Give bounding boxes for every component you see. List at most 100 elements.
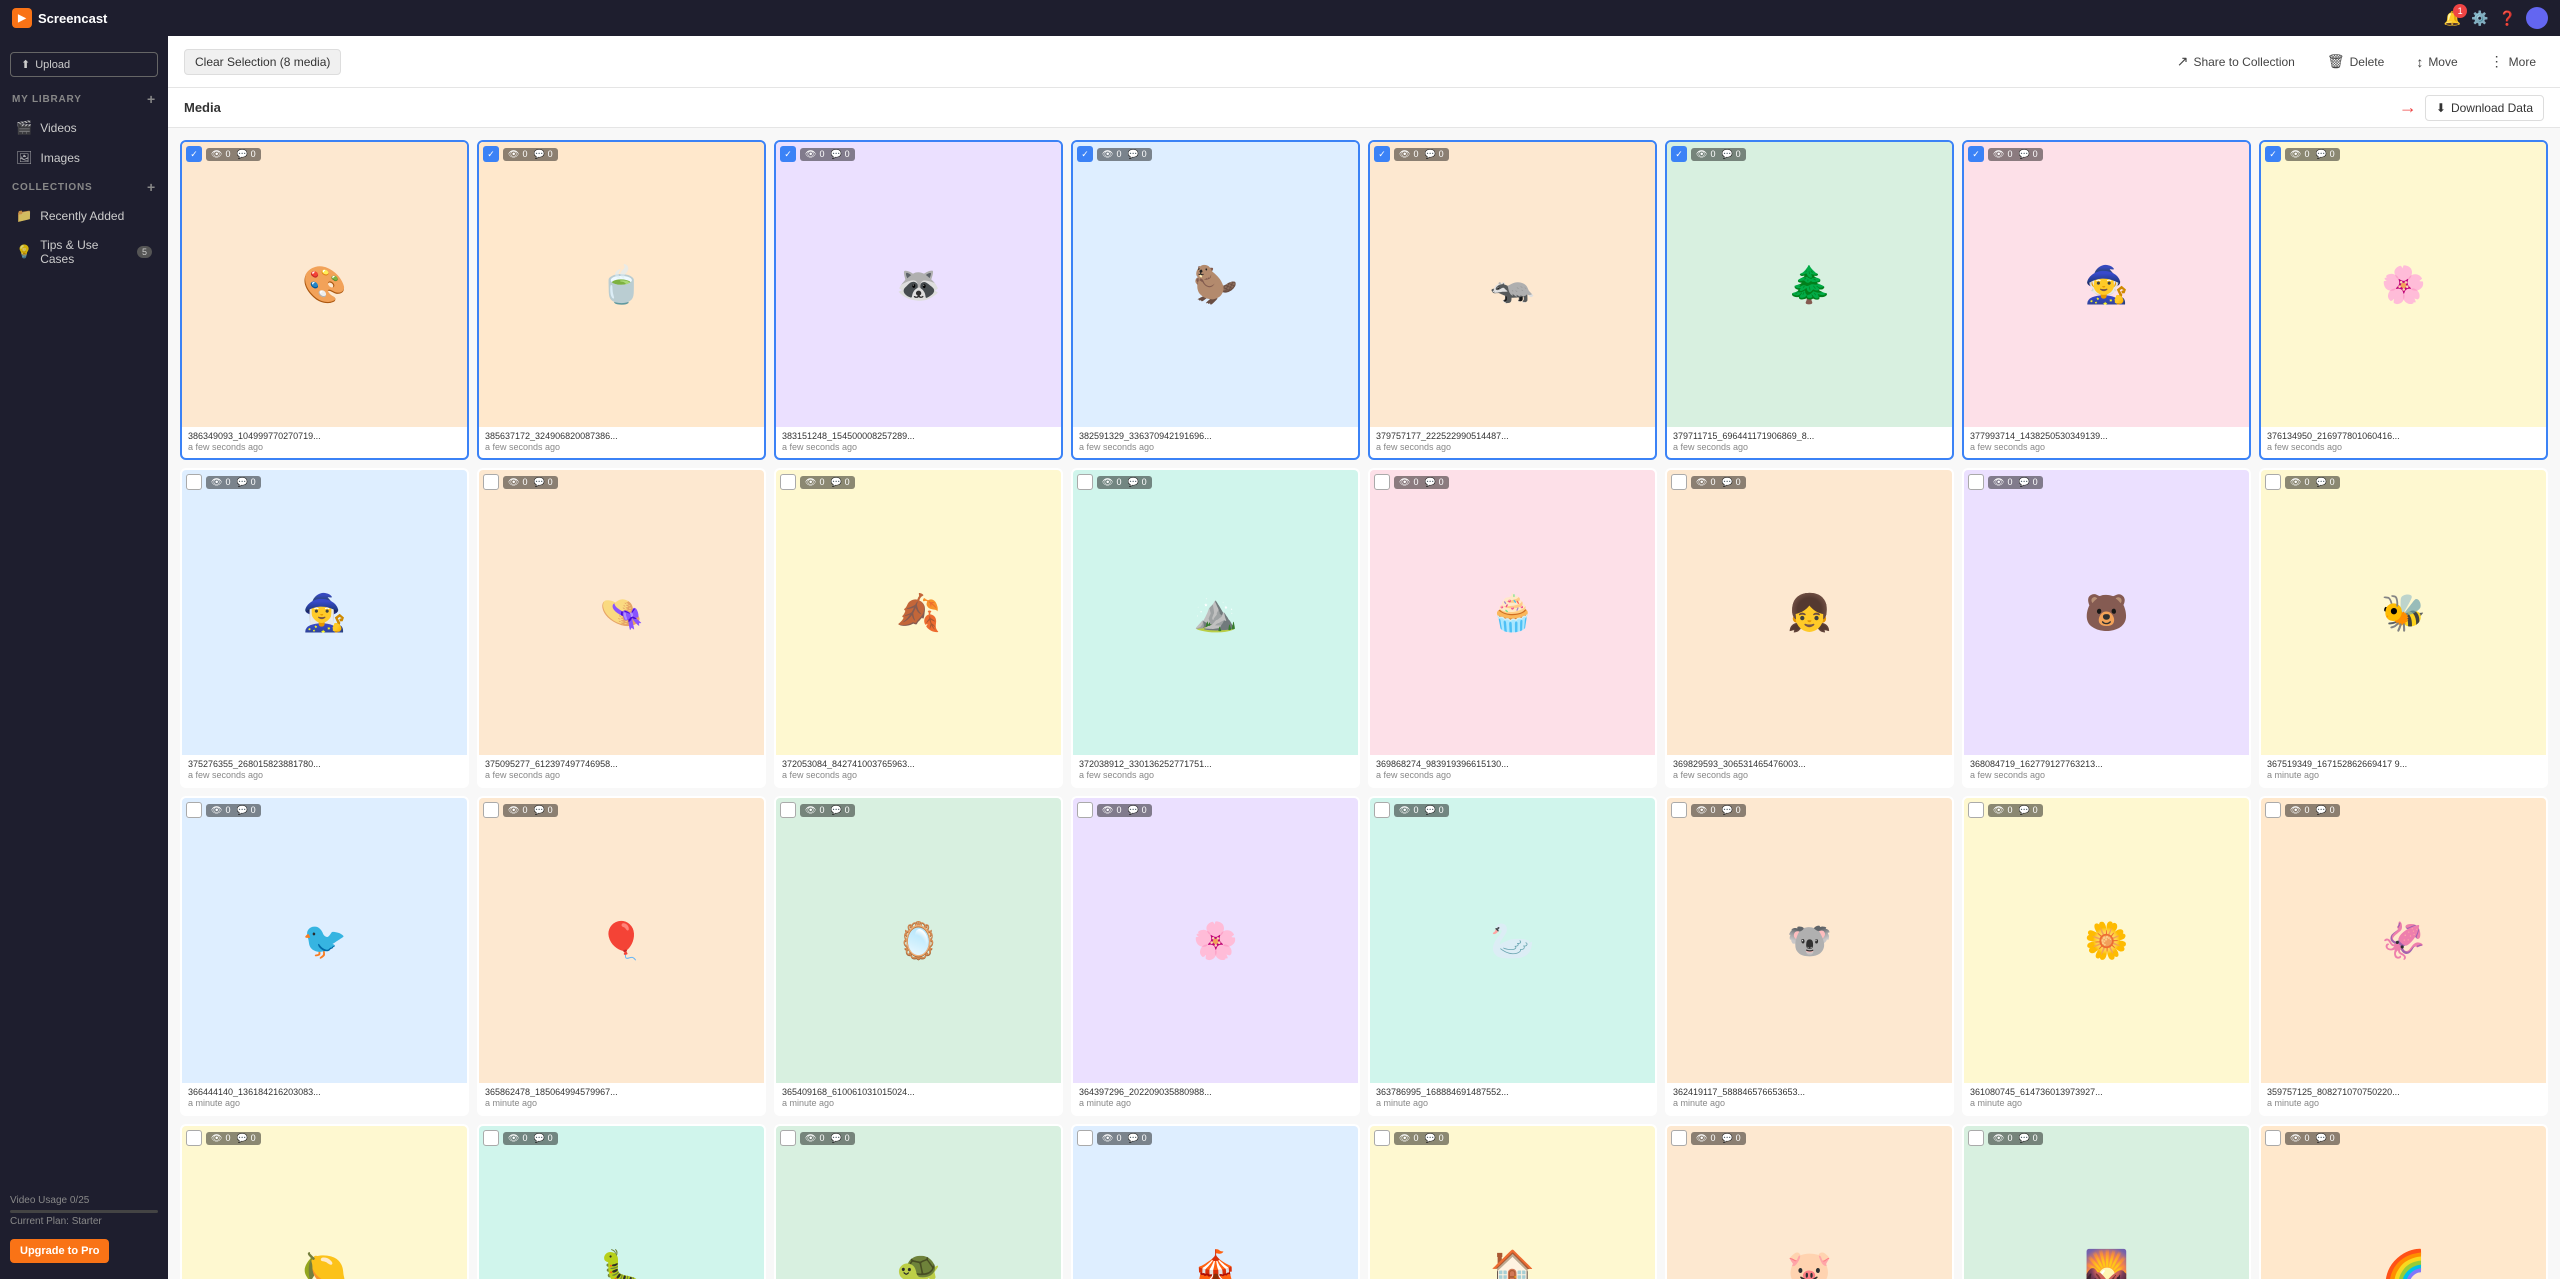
media-card[interactable]: 🐻 👁 0 💬 0 368084719_162779127763213... a… — [1962, 468, 2251, 788]
download-data-button[interactable]: ⬇ Download Data — [2425, 95, 2544, 121]
media-checkbox[interactable] — [1374, 474, 1390, 490]
my-library-add-icon[interactable]: + — [147, 91, 156, 107]
media-checkbox[interactable] — [1077, 1130, 1093, 1146]
media-checkbox[interactable] — [2265, 802, 2281, 818]
more-button[interactable]: ⋮ More — [2482, 48, 2544, 75]
media-card[interactable]: 🦫 ✓ 👁 0 💬 0 382591329_336370942191696...… — [1071, 140, 1360, 460]
media-card[interactable]: 🎈 👁 0 💬 0 365862478_185064994579967... a… — [477, 796, 766, 1116]
move-button[interactable]: ↕ Move — [2408, 49, 2465, 75]
media-stats: 👁 0 💬 0 — [800, 148, 855, 161]
media-checkbox[interactable] — [483, 474, 499, 490]
media-card[interactable]: 🦡 ✓ 👁 0 💬 0 379757177_222522990514487...… — [1368, 140, 1657, 460]
sidebar-item-tips[interactable]: 💡 Tips & Use Cases 5 — [4, 232, 164, 272]
media-stats: 👁 0 💬 0 — [2285, 148, 2340, 161]
media-card[interactable]: 🐨 👁 0 💬 0 362419117_588846576653653... a… — [1665, 796, 1954, 1116]
media-card[interactable]: 🪞 👁 0 💬 0 365409168_610061031015024... a… — [774, 796, 1063, 1116]
media-checkbox[interactable] — [186, 1130, 202, 1146]
media-card[interactable]: 👧 👁 0 💬 0 369829593_306531465476003... a… — [1665, 468, 1954, 788]
media-card[interactable]: 🧙 ✓ 👁 0 💬 0 377993714_1438250530349139..… — [1962, 140, 2251, 460]
media-checkbox[interactable] — [1374, 1130, 1390, 1146]
media-checkbox[interactable] — [1968, 1130, 1984, 1146]
media-overlay: 👁 0 💬 0 — [1374, 802, 1651, 818]
settings-icon[interactable]: ⚙️ — [2471, 10, 2488, 27]
media-card[interactable]: 🌲 ✓ 👁 0 💬 0 379711715_696441171906869_8.… — [1665, 140, 1954, 460]
media-card-time: a minute ago — [782, 1098, 1055, 1108]
media-checkbox[interactable] — [780, 474, 796, 490]
media-card[interactable]: 🌸 ✓ 👁 0 💬 0 376134950_216977801060416...… — [2259, 140, 2548, 460]
comment-icon: 💬 — [2018, 805, 2029, 816]
media-checkbox[interactable] — [1077, 474, 1093, 490]
media-card[interactable]: 🌄 👁 0 💬 0 346046327_945511596652644... a… — [1962, 1124, 2251, 1279]
media-checkbox[interactable]: ✓ — [1968, 146, 1984, 162]
media-checkbox[interactable]: ✓ — [2265, 146, 2281, 162]
media-card[interactable]: 🌈 👁 0 💬 0 345471816_795869058408885... a… — [2259, 1124, 2548, 1279]
media-checkbox[interactable] — [186, 474, 202, 490]
media-checkbox[interactable] — [1077, 802, 1093, 818]
media-card[interactable]: 🍂 👁 0 💬 0 372053084_842741003765963... a… — [774, 468, 1063, 788]
media-card[interactable]: 🐝 👁 0 💬 0 367519349_167152862669417 9...… — [2259, 468, 2548, 788]
media-card[interactable]: 🐢 👁 0 💬 0 352543688_208230115453052... a… — [774, 1124, 1063, 1279]
media-card[interactable]: 🐛 👁 0 💬 0 357188044_220463099972759... a… — [477, 1124, 766, 1279]
media-checkbox[interactable] — [2265, 1130, 2281, 1146]
media-card[interactable]: 🏠 👁 0 💬 0 350466350_670186414920608... a… — [1368, 1124, 1657, 1279]
comment-count: 0 — [548, 149, 553, 159]
media-checkbox[interactable]: ✓ — [1077, 146, 1093, 162]
share-to-collection-button[interactable]: ↗ Share to Collection — [2169, 48, 2303, 75]
media-card[interactable]: 🍵 ✓ 👁 0 💬 0 385637172_324906820087386...… — [477, 140, 766, 460]
notifications-icon[interactable]: 🔔 — [2444, 10, 2461, 27]
media-card[interactable]: 🍋 👁 0 💬 0 358021909_268676699102835... a… — [180, 1124, 469, 1279]
media-card[interactable]: 👒 👁 0 💬 0 375095277_612397497746958... a… — [477, 468, 766, 788]
media-card[interactable]: 🐦 👁 0 💬 0 366444140_136184216203083... a… — [180, 796, 469, 1116]
media-checkbox[interactable] — [483, 802, 499, 818]
media-card[interactable]: 🎨 ✓ 👁 0 💬 0 386349093_104999770270719...… — [180, 140, 469, 460]
media-checkbox[interactable] — [1671, 802, 1687, 818]
media-overlay: 👁 0 💬 0 — [2265, 1130, 2542, 1146]
view-count: 0 — [2007, 477, 2012, 487]
media-stats: 👁 0 💬 0 — [1097, 1132, 1152, 1145]
media-checkbox[interactable] — [780, 802, 796, 818]
media-checkbox[interactable] — [780, 1130, 796, 1146]
media-checkbox[interactable]: ✓ — [483, 146, 499, 162]
help-icon[interactable]: ❓ — [2499, 10, 2516, 27]
media-checkbox[interactable] — [1968, 474, 1984, 490]
media-card[interactable]: 🌼 👁 0 💬 0 361080745_614736013973927... a… — [1962, 796, 2251, 1116]
media-card[interactable]: 🦑 👁 0 💬 0 359757125_808271070750220... a… — [2259, 796, 2548, 1116]
media-thumbnail: 🦡 ✓ 👁 0 💬 0 — [1370, 142, 1655, 427]
eye-icon: 👁 — [1696, 805, 1707, 816]
media-card-name: 363786995_168884691487552... — [1376, 1087, 1649, 1097]
media-card[interactable]: 🦢 👁 0 💬 0 363786995_168884691487552... a… — [1368, 796, 1657, 1116]
media-card[interactable]: 🦝 ✓ 👁 0 💬 0 383151248_154500008257289...… — [774, 140, 1063, 460]
media-card[interactable]: 🐷 👁 0 💬 0 347328847_224557273643491... a… — [1665, 1124, 1954, 1279]
media-checkbox[interactable]: ✓ — [186, 146, 202, 162]
media-checkbox[interactable] — [186, 802, 202, 818]
clear-selection-button[interactable]: Clear Selection (8 media) — [184, 49, 341, 75]
media-card[interactable]: ⛰️ 👁 0 💬 0 372038912_330136252771751... … — [1071, 468, 1360, 788]
collections-add-icon[interactable]: + — [147, 179, 156, 195]
media-checkbox[interactable] — [1671, 474, 1687, 490]
sidebar-item-recently-added[interactable]: 📁 Recently Added — [4, 202, 164, 230]
comment-count: 0 — [251, 1133, 256, 1143]
comment-icon: 💬 — [1721, 477, 1732, 488]
media-checkbox[interactable] — [1671, 1130, 1687, 1146]
media-card[interactable]: 🧙‍♀️ 👁 0 💬 0 375276355_268015823881780..… — [180, 468, 469, 788]
media-card-time: a few seconds ago — [188, 770, 461, 780]
upload-button[interactable]: ⬆ Upload — [10, 52, 158, 77]
media-checkbox[interactable] — [483, 1130, 499, 1146]
media-checkbox[interactable] — [2265, 474, 2281, 490]
eye-icon: 👁 — [2290, 477, 2301, 488]
delete-button[interactable]: 🗑 Delete — [2319, 48, 2392, 75]
media-card[interactable]: 🎪 👁 0 💬 0 348269120_103110552121002 6...… — [1071, 1124, 1360, 1279]
avatar[interactable] — [2526, 7, 2548, 29]
media-checkbox[interactable]: ✓ — [1671, 146, 1687, 162]
upgrade-button[interactable]: Upgrade to Pro — [10, 1239, 109, 1263]
media-checkbox[interactable] — [1968, 802, 1984, 818]
media-grid-container[interactable]: 🎨 ✓ 👁 0 💬 0 386349093_104999770270719...… — [168, 128, 2560, 1279]
sidebar-item-videos[interactable]: 🎬 Videos — [4, 114, 164, 142]
media-checkbox[interactable] — [1374, 802, 1390, 818]
media-card[interactable]: 🧁 👁 0 💬 0 369868274_983919396615130... a… — [1368, 468, 1657, 788]
media-checkbox[interactable]: ✓ — [1374, 146, 1390, 162]
sidebar-item-images[interactable]: 🖼 Images — [4, 144, 164, 172]
media-card[interactable]: 🌸 👁 0 💬 0 364397296_202209035880988... a… — [1071, 796, 1360, 1116]
eye-icon: 👁 — [1993, 149, 2004, 160]
media-checkbox[interactable]: ✓ — [780, 146, 796, 162]
